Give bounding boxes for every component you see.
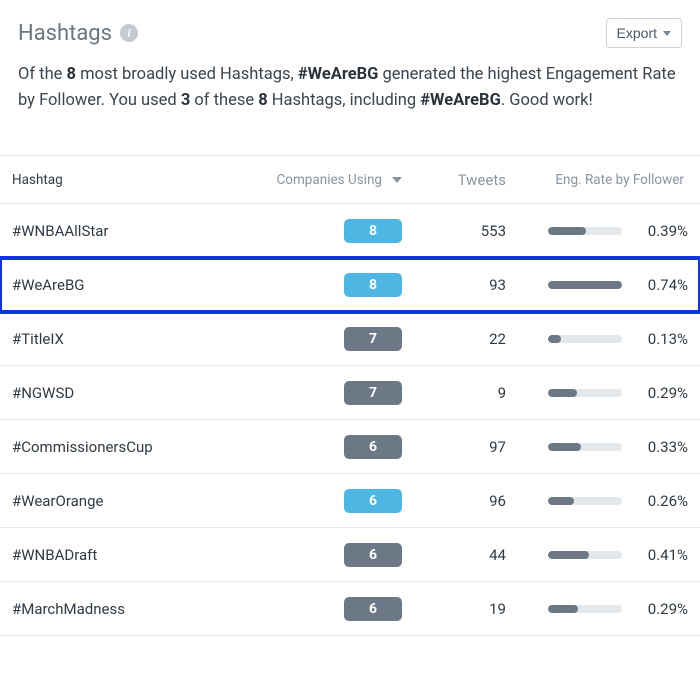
eng-cell: 0.29% [512,384,688,402]
eng-bar [548,551,622,559]
col-header-companies-label: Companies Using [276,172,382,188]
companies-pill: 6 [344,489,402,513]
eng-cell: 0.41% [512,546,688,564]
eng-bar [548,389,622,397]
eng-cell: 0.39% [512,222,688,240]
eng-cell: 0.33% [512,438,688,456]
export-button[interactable]: Export [606,18,682,48]
eng-bar [548,605,622,613]
tweets-cell: 93 [402,276,512,294]
table-row[interactable]: #CommissionersCup 697 0.33% [0,420,700,474]
eng-value: 0.26% [636,492,688,510]
sort-desc-icon [392,177,402,183]
companies-cell: 6 [227,543,402,567]
companies-pill: 6 [344,435,402,459]
table-row[interactable]: #NGWSD 79 0.29% [0,366,700,420]
panel-header: Hashtags i Export [18,18,682,48]
eng-value: 0.29% [636,600,688,618]
tweets-cell: 44 [402,546,512,564]
col-header-eng[interactable]: Eng. Rate by Follower [512,172,688,188]
summary-text: Of the 8 most broadly used Hashtags, #We… [18,62,682,113]
col-header-hashtag[interactable]: Hashtag [12,172,227,188]
eng-bar [548,443,622,451]
hashtag-cell: #WNBAAllStar [12,222,227,240]
hashtag-cell: #WearOrange [12,492,227,510]
eng-bar [548,335,622,343]
info-icon[interactable]: i [120,24,138,42]
tweets-cell: 19 [402,600,512,618]
hashtag-cell: #WNBADraft [12,546,227,564]
eng-bar [548,227,622,235]
companies-pill: 6 [344,543,402,567]
companies-cell: 7 [227,381,402,405]
eng-bar [548,497,622,505]
companies-cell: 6 [227,489,402,513]
eng-value: 0.13% [636,330,688,348]
table-row[interactable]: #WNBAAllStar 8553 0.39% [0,204,700,258]
companies-cell: 8 [227,273,402,297]
tweets-cell: 97 [402,438,512,456]
export-label: Export [617,25,657,41]
hashtag-cell: #TitleIX [12,330,227,348]
tweets-cell: 96 [402,492,512,510]
companies-pill: 8 [344,273,402,297]
chevron-down-icon [663,31,671,36]
eng-value: 0.39% [636,222,688,240]
companies-cell: 8 [227,219,402,243]
tweets-cell: 553 [402,222,512,240]
tweets-cell: 9 [402,384,512,402]
hashtag-cell: #CommissionersCup [12,438,227,456]
companies-pill: 6 [344,597,402,621]
companies-cell: 6 [227,597,402,621]
hashtag-table: Hashtag Companies Using Tweets Eng. Rate… [0,155,700,636]
col-header-tweets[interactable]: Tweets [402,171,512,189]
companies-pill: 8 [344,219,402,243]
eng-value: 0.74% [636,276,688,294]
eng-value: 0.41% [636,546,688,564]
eng-cell: 0.26% [512,492,688,510]
hashtag-cell: #MarchMadness [12,600,227,618]
companies-pill: 7 [344,381,402,405]
eng-value: 0.33% [636,438,688,456]
table-row[interactable]: #MarchMadness 619 0.29% [0,582,700,636]
companies-cell: 6 [227,435,402,459]
col-header-companies[interactable]: Companies Using [227,172,402,188]
eng-cell: 0.74% [512,276,688,294]
eng-cell: 0.13% [512,330,688,348]
table-row[interactable]: #WNBADraft 644 0.41% [0,528,700,582]
eng-cell: 0.29% [512,600,688,618]
table-row[interactable]: #WeAreBG 893 0.74% [0,258,700,312]
table-row[interactable]: #TitleIX 722 0.13% [0,312,700,366]
companies-pill: 7 [344,327,402,351]
table-header-row: Hashtag Companies Using Tweets Eng. Rate… [0,156,700,204]
table-row[interactable]: #WearOrange 696 0.26% [0,474,700,528]
page-title: Hashtags [18,21,112,46]
tweets-cell: 22 [402,330,512,348]
eng-bar [548,281,622,289]
hashtag-cell: #NGWSD [12,384,227,402]
companies-cell: 7 [227,327,402,351]
eng-value: 0.29% [636,384,688,402]
hashtag-cell: #WeAreBG [12,276,227,294]
